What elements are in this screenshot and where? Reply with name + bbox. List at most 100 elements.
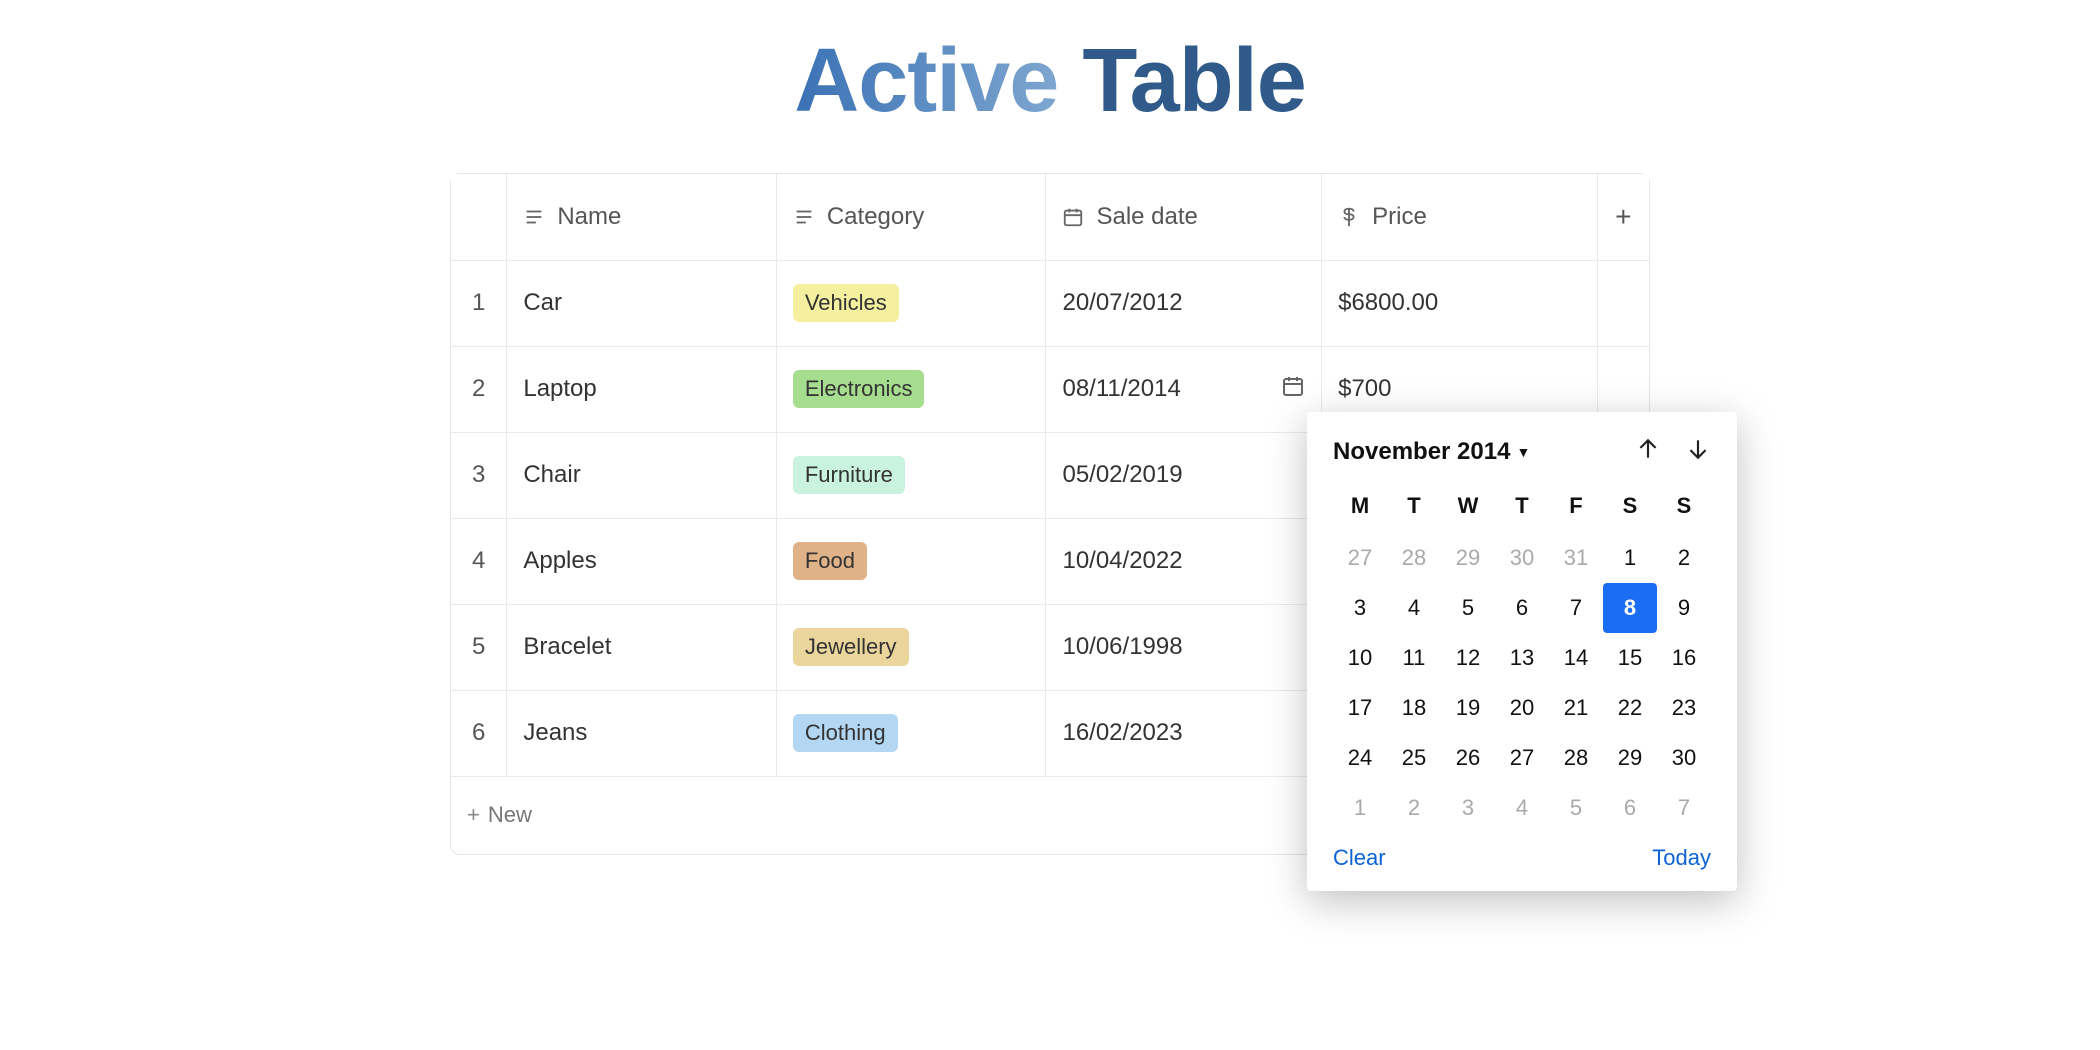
calendar-icon[interactable] xyxy=(1281,374,1305,405)
datepicker-dow: T xyxy=(1387,483,1441,533)
datepicker-day[interactable]: 2 xyxy=(1657,533,1711,583)
name-value: Jeans xyxy=(523,719,587,747)
cell-price[interactable]: $6800.00 xyxy=(1322,260,1597,346)
datepicker-next-button[interactable] xyxy=(1685,436,1711,467)
datepicker-day[interactable]: 10 xyxy=(1333,633,1387,683)
cell-name[interactable]: Car xyxy=(507,260,777,346)
datepicker-month-selector[interactable]: November 2014 ▼ xyxy=(1333,438,1530,466)
text-icon xyxy=(523,206,545,228)
datepicker-day[interactable]: 31 xyxy=(1549,533,1603,583)
date-value: 08/11/2014 xyxy=(1062,375,1180,403)
datepicker-day[interactable]: 3 xyxy=(1333,583,1387,633)
cell-sale-date[interactable]: 16/02/2023 xyxy=(1046,690,1322,776)
cell-category[interactable]: Furniture xyxy=(776,432,1046,518)
datepicker-day[interactable]: 19 xyxy=(1441,683,1495,733)
datepicker-day[interactable]: 7 xyxy=(1657,783,1711,833)
datepicker-day[interactable]: 20 xyxy=(1495,683,1549,733)
datepicker-day[interactable]: 30 xyxy=(1657,733,1711,783)
cell-name[interactable]: Apples xyxy=(507,518,777,604)
datepicker-day[interactable]: 16 xyxy=(1657,633,1711,683)
datepicker-day[interactable]: 3 xyxy=(1441,783,1495,833)
header-name[interactable]: Name xyxy=(507,174,777,260)
page-title: Active Table xyxy=(0,0,2100,163)
add-column-button[interactable]: + xyxy=(1598,174,1649,260)
cell-name[interactable]: Jeans xyxy=(507,690,777,776)
cell-sale-date[interactable]: 05/02/2019 xyxy=(1046,432,1322,518)
datepicker-day[interactable]: 6 xyxy=(1495,583,1549,633)
datepicker-day[interactable]: 30 xyxy=(1495,533,1549,583)
datepicker-day[interactable]: 5 xyxy=(1441,583,1495,633)
datepicker-title: November 2014 xyxy=(1333,438,1510,466)
cell-sale-date[interactable]: 20/07/2012 xyxy=(1046,260,1322,346)
datepicker-day[interactable]: 2 xyxy=(1387,783,1441,833)
title-word-active: Active xyxy=(794,31,1058,131)
header-category[interactable]: Category xyxy=(776,174,1046,260)
datepicker-day[interactable]: 26 xyxy=(1441,733,1495,783)
text-icon xyxy=(793,206,815,228)
header-price[interactable]: Price xyxy=(1322,174,1597,260)
cell-name[interactable]: Bracelet xyxy=(507,604,777,690)
datepicker-dow: S xyxy=(1603,483,1657,533)
datepicker-day[interactable]: 23 xyxy=(1657,683,1711,733)
datepicker-day[interactable]: 21 xyxy=(1549,683,1603,733)
cell-category[interactable]: Vehicles xyxy=(776,260,1046,346)
datepicker-day[interactable]: 12 xyxy=(1441,633,1495,683)
row-index: 4 xyxy=(451,518,507,604)
category-tag: Furniture xyxy=(793,456,905,494)
datepicker-day[interactable]: 9 xyxy=(1657,583,1711,633)
datepicker-day[interactable]: 13 xyxy=(1495,633,1549,683)
datepicker-day[interactable]: 11 xyxy=(1387,633,1441,683)
datepicker-prev-button[interactable] xyxy=(1635,436,1661,467)
name-value: Laptop xyxy=(523,375,596,403)
datepicker-day[interactable]: 24 xyxy=(1333,733,1387,783)
datepicker-day[interactable]: 25 xyxy=(1387,733,1441,783)
cell-category[interactable]: Clothing xyxy=(776,690,1046,776)
datepicker-day[interactable]: 22 xyxy=(1603,683,1657,733)
cell-name[interactable]: Laptop xyxy=(507,346,777,432)
name-value: Bracelet xyxy=(523,633,611,661)
datepicker-day[interactable]: 27 xyxy=(1495,733,1549,783)
cell-sale-date[interactable]: 10/06/1998 xyxy=(1046,604,1322,690)
datepicker-day[interactable]: 14 xyxy=(1549,633,1603,683)
cell-sale-date[interactable]: 10/04/2022 xyxy=(1046,518,1322,604)
table-header-row: Name Category xyxy=(451,174,1649,260)
row-index: 1 xyxy=(451,260,507,346)
datepicker-dow: F xyxy=(1549,483,1603,533)
datepicker-day[interactable]: 29 xyxy=(1603,733,1657,783)
header-sale-date-label: Sale date xyxy=(1096,203,1197,231)
datepicker-day[interactable]: 7 xyxy=(1549,583,1603,633)
datepicker-day[interactable]: 17 xyxy=(1333,683,1387,733)
datepicker-day[interactable]: 8 xyxy=(1603,583,1657,633)
cell-category[interactable]: Jewellery xyxy=(776,604,1046,690)
date-value: 10/04/2022 xyxy=(1062,547,1182,575)
datepicker-clear-button[interactable]: Clear xyxy=(1333,845,1386,871)
name-value: Apples xyxy=(523,547,596,575)
datepicker-day[interactable]: 15 xyxy=(1603,633,1657,683)
datepicker-day[interactable]: 28 xyxy=(1387,533,1441,583)
datepicker-day[interactable]: 4 xyxy=(1495,783,1549,833)
price-value: $6800.00 xyxy=(1338,289,1438,317)
header-sale-date[interactable]: Sale date xyxy=(1046,174,1322,260)
title-word-table: Table xyxy=(1082,31,1305,131)
datepicker-day[interactable]: 28 xyxy=(1549,733,1603,783)
caret-down-icon: ▼ xyxy=(1516,444,1530,460)
header-add-column[interactable]: + xyxy=(1597,174,1649,260)
header-name-label: Name xyxy=(557,203,621,231)
datepicker-day[interactable]: 4 xyxy=(1387,583,1441,633)
datepicker-day[interactable]: 1 xyxy=(1603,533,1657,583)
cell-name[interactable]: Chair xyxy=(507,432,777,518)
header-price-label: Price xyxy=(1372,203,1427,231)
datepicker-day[interactable]: 5 xyxy=(1549,783,1603,833)
datepicker-dow: M xyxy=(1333,483,1387,533)
cell-category[interactable]: Food xyxy=(776,518,1046,604)
cell-sale-date[interactable]: 08/11/2014 xyxy=(1046,346,1322,432)
datepicker-day[interactable]: 1 xyxy=(1333,783,1387,833)
datepicker-day[interactable]: 18 xyxy=(1387,683,1441,733)
datepicker-today-button[interactable]: Today xyxy=(1652,845,1711,871)
datepicker-day[interactable]: 29 xyxy=(1441,533,1495,583)
plus-icon: + xyxy=(467,802,480,828)
datepicker-day[interactable]: 27 xyxy=(1333,533,1387,583)
row-index: 3 xyxy=(451,432,507,518)
datepicker-day[interactable]: 6 xyxy=(1603,783,1657,833)
cell-category[interactable]: Electronics xyxy=(776,346,1046,432)
